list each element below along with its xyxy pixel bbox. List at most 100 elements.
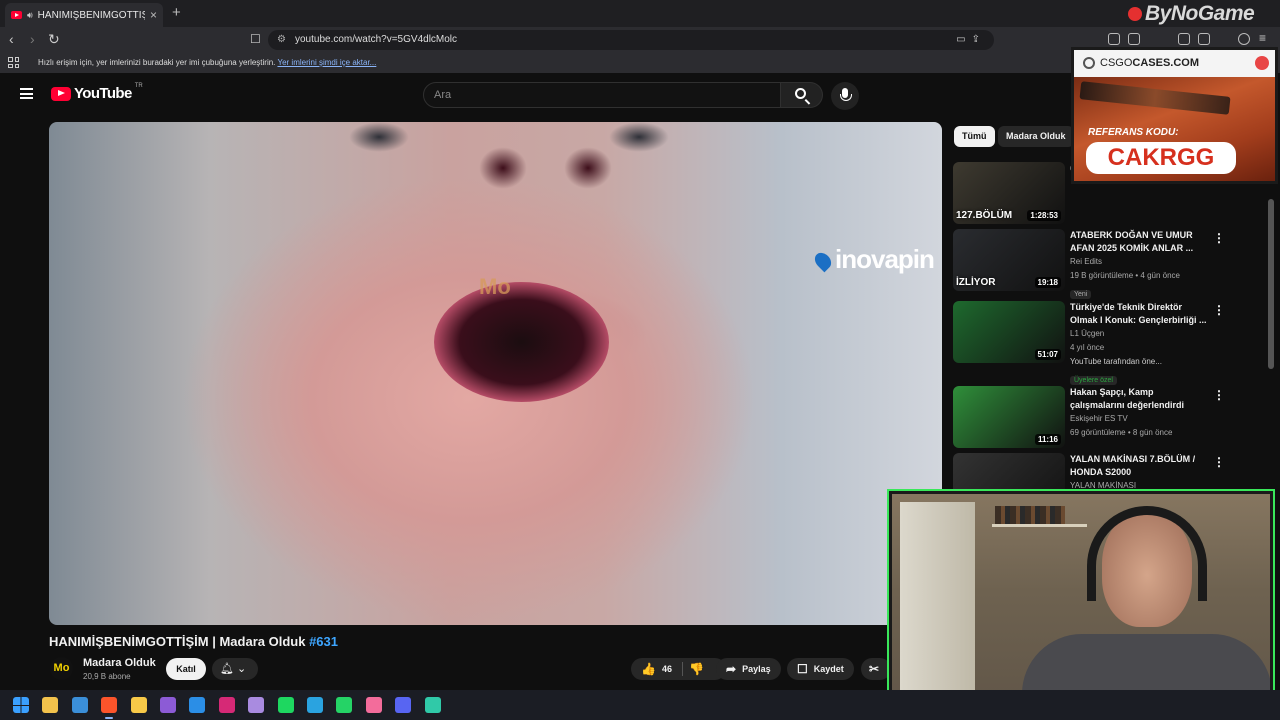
globe-icon	[1255, 56, 1269, 70]
video-duration: 51:07	[1034, 349, 1061, 360]
more-actions-icon[interactable]: ⋮	[1213, 455, 1225, 469]
address-bar[interactable]: ⚙ youtube.com/watch?v=5GV4dlcMolc ▭⇪	[268, 30, 994, 50]
chip-madara-olduk[interactable]: Madara Olduk	[998, 126, 1074, 147]
like-icon[interactable]: 👍	[641, 658, 656, 680]
sidebar-scrollbar[interactable]	[1268, 199, 1274, 369]
search-input[interactable]: Ara	[423, 82, 781, 108]
save-icon: ☐	[797, 662, 808, 676]
discord-icon[interactable]	[395, 697, 412, 713]
extension-icon[interactable]	[1108, 33, 1120, 45]
reload-button[interactable]: ↻	[48, 31, 60, 48]
clip-button[interactable]: ✂	[861, 658, 891, 680]
back-button[interactable]: ‹	[9, 31, 14, 47]
bell-icon: 🔔︎	[220, 663, 234, 675]
wallet-icon[interactable]	[1198, 33, 1210, 45]
video-title: HANIMİŞBENİMGOTTİŞİM | Madara Olduk #631	[49, 634, 338, 649]
join-button[interactable]: Katıl	[166, 658, 206, 680]
url-text: youtube.com/watch?v=5GV4dlcMolc	[295, 34, 458, 45]
menu-icon[interactable]: ≡	[1259, 31, 1266, 45]
speaker-icon: 🔊︎	[27, 9, 33, 20]
feather-icon[interactable]	[248, 697, 265, 713]
like-count: 46	[661, 664, 672, 674]
apps-grid-icon[interactable]	[8, 57, 19, 68]
video-thumbnail[interactable]: 51:07	[953, 301, 1065, 363]
instagram-icon[interactable]	[218, 697, 235, 713]
chip-all[interactable]: Tümü	[954, 126, 995, 147]
more-actions-icon[interactable]: ⋮	[1213, 303, 1225, 317]
brave-browser-icon[interactable]	[101, 697, 118, 719]
chevron-down-icon: ⌄	[237, 663, 247, 675]
video-duration: 19:18	[1034, 277, 1061, 288]
recommendation-stats: 19 B görüntüleme • 4 gün önce	[1070, 271, 1180, 280]
guide-menu-icon[interactable]	[20, 88, 33, 99]
dislike-icon[interactable]: 👎	[689, 658, 704, 680]
webcam-books	[995, 506, 1065, 524]
bookmark-icon[interactable]: ☐	[250, 32, 261, 46]
more-actions-icon[interactable]: ⋮	[1213, 231, 1225, 245]
sidebar-icon[interactable]	[1178, 33, 1190, 45]
subscriber-count: 20,9 B abone	[83, 672, 131, 681]
subscription-bell-button[interactable]: 🔔︎ ⌄	[212, 658, 258, 680]
reader-icon[interactable]	[1128, 33, 1140, 45]
episode-hashtag[interactable]: #631	[309, 634, 338, 649]
video-player[interactable]: Mo inovapin	[49, 122, 942, 625]
recommendation-title[interactable]: ATABERK DOĞAN VE UMUR AFAN 2025 KOMİK AN…	[1070, 229, 1208, 255]
notes-icon[interactable]	[130, 697, 147, 713]
video-meta: ATABERK DOĞAN VE UMUR AFAN 2025 KOMİK AN…	[1070, 229, 1208, 301]
spotify-icon[interactable]	[277, 697, 294, 713]
itunes-icon[interactable]	[365, 697, 382, 713]
browser-tab-youtube[interactable]: 🔊︎ HANIMİŞBENİMGOTTİŞİM | M ×	[5, 3, 163, 27]
recommendation-channel[interactable]: Eskişehir ES TV	[1070, 412, 1208, 426]
recommendation-badge: Üyelere özel	[1070, 376, 1117, 385]
csgocases-ad-overlay: CSGOCASES.COM REFERANS KODU: CAKRGG	[1071, 47, 1278, 184]
visual-studio-icon[interactable]	[160, 697, 176, 713]
search-button[interactable]	[781, 82, 823, 108]
forward-button[interactable]: ›	[30, 31, 35, 47]
video-duration: 1:28:53	[1027, 210, 1061, 221]
voice-search-button[interactable]	[831, 82, 859, 110]
save-button[interactable]: ☐ Kaydet	[787, 658, 854, 680]
rifle-image	[1079, 81, 1231, 115]
clip-icon: ✂	[869, 662, 880, 676]
thumbnail-caption: 127.BÖLÜM	[956, 210, 1013, 221]
channel-name[interactable]: Madara Olduk	[83, 657, 156, 669]
recommendation-card[interactable]: İZLİYOR 19:18 ATABERK DOĞAN VE UMUR AFAN 2…	[953, 229, 1273, 299]
location-pin-icon	[811, 249, 835, 273]
tab-close-icon[interactable]: ×	[150, 8, 157, 22]
recommendation-title[interactable]: YALAN MAKİNASI 7.BÖLÜM / HONDA S2000	[1070, 453, 1208, 479]
vpn-icon[interactable]	[1238, 33, 1250, 45]
telegram-icon[interactable]	[307, 697, 323, 713]
video-thumbnail[interactable]: 11:16	[953, 386, 1065, 448]
like-dislike-group: 👍 46 👎	[631, 658, 726, 680]
new-tab-button[interactable]: +	[172, 4, 181, 21]
video-meta: Türkiye'de Teknik Direktör Olmak I Konuk…	[1070, 301, 1208, 387]
omnibox-actions[interactable]: ▭⇪	[956, 30, 986, 50]
video-thumbnail[interactable]: İZLİYOR 19:18	[953, 229, 1065, 291]
import-bookmarks-link[interactable]: Yer imlerini şimdi içe aktar...	[277, 58, 376, 67]
site-settings-icon[interactable]: ⚙	[277, 30, 286, 50]
file-explorer-icon[interactable]	[42, 697, 59, 713]
recommendation-card[interactable]: 11:16 Hakan Şapçı, Kamp çalışmalarını değ…	[953, 386, 1273, 448]
video-meta: YALAN MAKİNASI 7.BÖLÜM / HONDA S2000 YALA…	[1070, 453, 1208, 493]
vscode-icon[interactable]	[189, 697, 206, 713]
webcam-window	[900, 502, 975, 702]
recommendation-note: YouTube tarafından öne...	[1070, 357, 1162, 366]
recommendation-card[interactable]: 51:07 Türkiye'de Teknik Direktör Olmak I …	[953, 301, 1273, 385]
recommendation-title[interactable]: Türkiye'de Teknik Direktör Olmak I Konuk…	[1070, 301, 1208, 327]
recommendation-title[interactable]: Hakan Şapçı, Kamp çalışmalarını değerlen…	[1070, 386, 1208, 412]
mail-icon[interactable]	[71, 697, 88, 713]
browser-tab-bar: 🔊︎ HANIMİŞBENİMGOTTİŞİM | M × + ByNoGame	[0, 0, 1280, 27]
whatsapp-icon[interactable]	[336, 697, 353, 713]
channel-avatar[interactable]: Mo	[50, 657, 73, 680]
recommendation-channel[interactable]: L1 Üçgen	[1070, 327, 1208, 341]
referral-label: REFERANS KODU:	[1088, 127, 1179, 138]
youtube-logo[interactable]: YouTube TR	[51, 83, 143, 102]
share-button[interactable]: ➦ Paylaş	[716, 658, 781, 680]
start-icon[interactable]	[13, 697, 29, 713]
video-thumbnail[interactable]: 127.BÖLÜM 1:28:53	[953, 162, 1065, 224]
recommendation-channel[interactable]: Rei Edits	[1070, 255, 1208, 269]
chat-app-icon[interactable]	[424, 697, 441, 713]
headset-icon	[1087, 506, 1207, 601]
brand-logo-icon	[1128, 7, 1142, 21]
more-actions-icon[interactable]: ⋮	[1213, 388, 1225, 402]
